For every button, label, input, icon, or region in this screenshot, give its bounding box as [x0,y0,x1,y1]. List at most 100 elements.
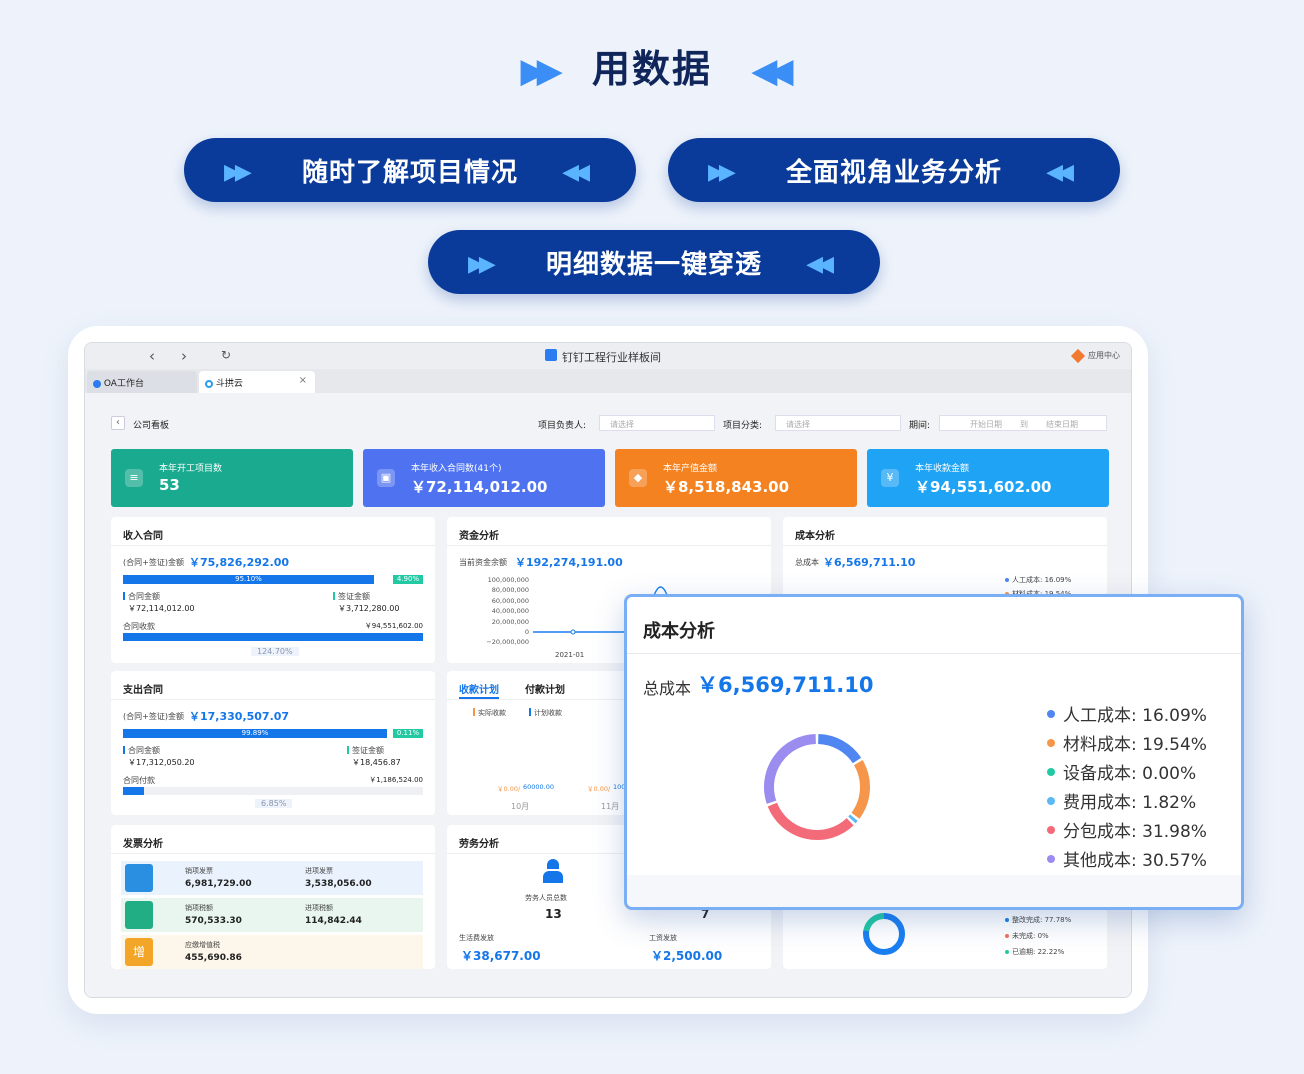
reload-button[interactable]: ↻ [221,348,231,362]
x-tick-label: 2021-01 [555,651,585,659]
tab-dougongyun[interactable]: 斗拱云 × [199,371,315,393]
popup-title: 成本分析 [643,621,715,642]
tab-pay-plan[interactable]: 付款计划 [525,681,565,696]
owner-select[interactable]: 请选择 [599,415,715,431]
y-axis-ticks: 100,000,000 80,000,000 60,000,000 40,000… [451,575,529,648]
start-date-input[interactable]: 开始日期 [970,419,1002,430]
contract-share-bar: 99.89% [123,729,387,738]
legend-item: 已逾期: 22.22% [1005,947,1064,957]
cost-analysis-popup: 成本分析 总成本 ￥6,569,711.10 人工成本: 16.09% 材料成本… [624,594,1244,910]
card-title: 劳务分析 [459,839,499,850]
row-label: 进项税额 [305,904,333,912]
forward-nav-button[interactable]: › [181,347,187,365]
legend-dot [1047,854,1055,863]
tab-oa[interactable]: OA工作台 [87,371,197,393]
visa-value: ￥3,712,280.00 [338,604,400,613]
category-select[interactable]: 请选择 [775,415,901,431]
kpi-label: 本年产值金额 [663,464,718,474]
total-value: ￥17,330,507.07 [189,710,290,723]
end-date-input[interactable]: 结束日期 [1046,419,1078,430]
kpi-label: 本年收款金额 [915,464,970,474]
legend-item-labor: 人工成本: 16.09% [1047,699,1237,728]
tax-icon [125,901,153,929]
row-value: 455,690.86 [185,953,242,963]
kpi-card-income-contracts[interactable]: ▣ 本年收入合同数(41个) ￥72,114,012.00 [363,449,605,507]
chevron-left-icon: ◀◀ [562,160,590,185]
feature-pill-label: 随时了解项目情况 [301,157,518,188]
card-title: 资金分析 [459,531,499,542]
invoice-row: 增 应缴增值税 455,690.86 [121,935,423,969]
row-label: 应缴增值税 [185,941,220,949]
contract-value: ￥17,312,050.20 [128,758,195,767]
y-tick-label: 100,000,000 [487,576,529,584]
visa-share-bar: 0.11% [393,729,423,738]
close-tab-icon[interactable]: × [299,375,307,386]
kpi-card-output[interactable]: ◆ 本年产值金额 ￥8,518,843.00 [615,449,857,507]
visa-label: 签证金额 [338,592,370,601]
card-title: 收入合同 [123,531,163,542]
legend-actual: 实际收款 [478,709,506,717]
contract-label: 合同金额 [128,592,160,601]
chevron-left-icon: ◀◀ [751,51,793,91]
kpi-value: ￥8,518,843.00 [663,478,790,496]
legend-label: 人工成本: 16.09% [1063,706,1207,726]
y-tick-label: 80,000,000 [491,586,529,595]
category-filter-label: 项目分类: [723,421,763,431]
data-label: ￥0.00/ [587,785,611,793]
kpi-card-projects[interactable]: ≡ 本年开工项目数 53 [111,449,353,507]
row-label: 销项税额 [185,904,213,912]
row-value: 570,533.30 [185,916,242,926]
row-label: 销项发票 [185,867,213,875]
period-filter-label: 期间: [909,421,931,431]
back-nav-button[interactable]: ‹ [149,347,155,365]
living-value: ￥38,677.00 [461,949,541,963]
total-value: ￥75,826,292.00 [189,556,290,569]
total-value: ￥6,569,711.10 [823,556,916,569]
tab-strip: OA工作台 斗拱云 × [85,369,1131,393]
legend-label: 分包成本: 31.98% [1063,822,1207,842]
donut-slice-0 [817,734,862,764]
receipt-percent: 124.70% [251,647,299,656]
kpi-value: 53 [159,476,180,494]
app-logo-icon [545,349,557,361]
cost-donut-chart [764,734,870,840]
contract-value: ￥72,114,012.00 [128,604,195,613]
vat-icon: 增 [125,938,153,966]
invoice-icon [125,864,153,892]
legend-item: 未完成: 0% [1005,931,1049,941]
popup-footer [627,875,1241,907]
invoice-row: 销项发票 6,981,729.00 进项发票 3,538,056.00 [121,861,423,895]
contract-label: 合同金额 [128,746,160,755]
hero-title: 用数据 [591,47,712,91]
legend-item-other: 其他成本: 30.57% [1047,844,1237,873]
tab-receive-plan[interactable]: 收款计划 [459,681,499,696]
app-center-link[interactable]: 应用中心 [1088,350,1120,361]
x-tick-label: 11月 [601,802,620,811]
invoice-row: 销项税额 570,533.30 进项税额 114,842.44 [121,898,423,932]
legend-plan: 计划收款 [534,709,562,717]
card-title: 支出合同 [123,685,163,696]
feature-pill-2: ▶▶ 全面视角业务分析 ◀◀ [668,138,1120,202]
back-button[interactable]: ‹ [111,416,125,430]
labor-count: 13 [545,907,562,921]
legend-marker [123,746,125,754]
legend-label: 材料成本: 19.54% [1063,735,1207,755]
date-separator: 到 [1020,420,1028,429]
total-label: (合同+签证)金额 [123,558,184,567]
legend-marker [529,708,531,716]
page-title: 公司看板 [133,421,170,431]
popup-total-label: 总成本 [643,679,692,698]
money-bag-icon: ¥ [881,469,899,487]
wage-value: ￥2,500.00 [651,949,723,963]
expense-contract-card: 支出合同 (合同+签证)金额 ￥17,330,507.07 99.89% 0.1… [111,671,435,815]
visa-share-bar: 4.90% [393,575,423,584]
y-tick-label: −20,000,000 [486,638,529,647]
date-range-picker[interactable]: 开始日期 到 结束日期 [939,415,1107,431]
pay-percent: 6.85% [255,799,293,808]
balance-label: 当前资金余额 [459,558,507,567]
kpi-card-receipts[interactable]: ¥ 本年收款金额 ￥94,551,602.00 [867,449,1109,507]
app-center-icon [1070,348,1086,364]
pay-value: ￥1,186,524.00 [369,776,423,784]
legend-item: 整改完成: 77.78% [1005,915,1071,925]
legend-item-subcontract: 分包成本: 31.98% [1047,815,1237,844]
